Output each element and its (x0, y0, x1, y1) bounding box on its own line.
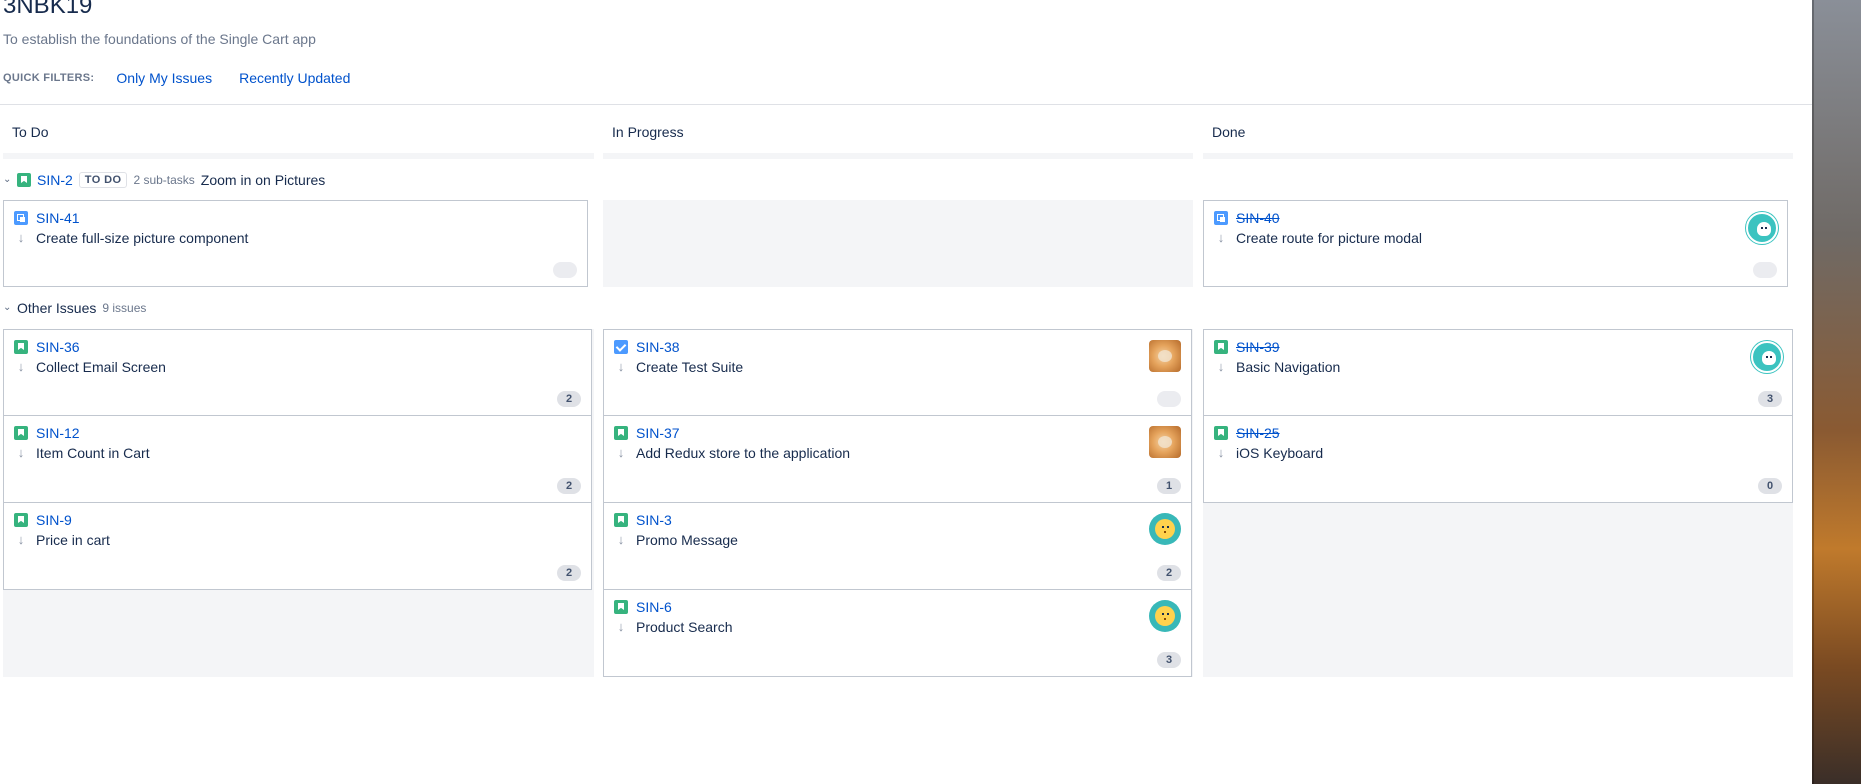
card-key[interactable]: SIN-9 (36, 512, 72, 528)
card-key[interactable]: SIN-12 (36, 425, 80, 441)
card-summary: Promo Message (636, 532, 738, 548)
card-sin-40[interactable]: SIN-40 ↓ Create route for picture modal (1203, 200, 1788, 287)
estimate-badge: 0 (1758, 478, 1782, 494)
card-summary: Create Test Suite (636, 359, 744, 375)
estimate-badge (1753, 262, 1777, 278)
filter-only-my-issues[interactable]: Only My Issues (116, 70, 212, 86)
card-sin-38[interactable]: SIN-38 ↓ Create Test Suite (603, 329, 1192, 416)
card-sin-3[interactable]: SIN-3 ↓ Promo Message 2 (603, 502, 1192, 590)
subtask-icon (14, 211, 28, 225)
estimate-badge (1157, 391, 1181, 407)
board-subtitle: To establish the foundations of the Sing… (3, 31, 316, 47)
card-key[interactable]: SIN-39 (1236, 339, 1280, 355)
priority-low-icon: ↓ (617, 619, 625, 634)
priority-low-icon: ↓ (617, 532, 625, 547)
avatar[interactable] (1751, 341, 1783, 373)
card-summary: Basic Navigation (1236, 359, 1341, 375)
estimate-badge: 3 (1758, 391, 1782, 407)
card-key[interactable]: SIN-25 (1236, 425, 1280, 441)
column-bar-todo (3, 153, 594, 159)
chevron-down-icon[interactable]: ⌄ (3, 303, 13, 313)
priority-low-icon: ↓ (617, 359, 625, 374)
card-sin-9[interactable]: SIN-9 ↓ Price in cart 2 (3, 502, 592, 590)
column-header-todo: To Do (12, 124, 49, 140)
page-title: 3NBK19 (3, 0, 93, 19)
card-summary: Add Redux store to the application (636, 445, 851, 461)
card-sin-12[interactable]: SIN-12 ↓ Item Count in Cart 2 (3, 415, 592, 503)
estimate-badge (553, 262, 577, 278)
filter-recently-updated[interactable]: Recently Updated (239, 70, 350, 86)
card-key[interactable]: SIN-37 (636, 425, 680, 441)
subtask-icon (1214, 211, 1228, 225)
quick-filters-label: QUICK FILTERS: (3, 72, 95, 84)
story-icon (614, 513, 628, 527)
story-icon (614, 426, 628, 440)
card-key[interactable]: SIN-6 (636, 599, 672, 615)
subtask-count: 2 sub-tasks (133, 173, 195, 187)
task-icon (614, 340, 628, 354)
priority-low-icon: ↓ (17, 445, 25, 460)
column-bar-done (1203, 153, 1793, 159)
card-sin-37[interactable]: SIN-37 ↓ Add Redux store to the applicat… (603, 415, 1192, 503)
estimate-badge: 2 (557, 391, 581, 407)
swimlane-title: Other Issues (17, 300, 97, 316)
status-badge: TO DO (78, 172, 128, 188)
avatar[interactable] (1149, 426, 1181, 458)
estimate-badge: 3 (1157, 652, 1181, 668)
column-header-in-progress: In Progress (612, 124, 684, 140)
estimate-badge: 1 (1157, 478, 1181, 494)
swimlane-sin-2[interactable]: ⌄ SIN-2 TO DO 2 sub-tasks Zoom in on Pic… (3, 172, 325, 188)
empty-cell (603, 200, 1193, 287)
board-view: 3NBK19 To establish the foundations of t… (0, 0, 1812, 784)
card-summary: Item Count in Cart (36, 445, 150, 461)
card-summary: Collect Email Screen (36, 359, 166, 375)
card-sin-39[interactable]: SIN-39 ↓ Basic Navigation 3 (1203, 329, 1793, 416)
card-key[interactable]: SIN-38 (636, 339, 680, 355)
card-sin-36[interactable]: SIN-36 ↓ Collect Email Screen 2 (3, 329, 592, 416)
column-header-done: Done (1212, 124, 1246, 140)
card-key[interactable]: SIN-40 (1236, 210, 1280, 226)
card-summary: iOS Keyboard (1236, 445, 1324, 461)
story-icon (17, 173, 31, 187)
chevron-down-icon[interactable]: ⌄ (3, 175, 13, 185)
card-summary: Create route for picture modal (1236, 230, 1422, 246)
avatar[interactable] (1746, 212, 1778, 244)
story-icon (14, 340, 28, 354)
avatar[interactable] (1149, 340, 1181, 372)
avatar[interactable] (1149, 600, 1181, 632)
priority-low-icon: ↓ (17, 359, 25, 374)
card-summary: Product Search (636, 619, 733, 635)
story-icon (1214, 340, 1228, 354)
issue-count: 9 issues (102, 301, 147, 315)
estimate-badge: 2 (1157, 565, 1181, 581)
avatar[interactable] (1149, 513, 1181, 545)
card-sin-41[interactable]: SIN-41 ↓ Create full-size picture compon… (3, 200, 588, 287)
card-key[interactable]: SIN-3 (636, 512, 672, 528)
estimate-badge: 2 (557, 478, 581, 494)
card-summary: Create full-size picture component (36, 230, 249, 246)
desktop-background (1812, 0, 1861, 784)
estimate-badge: 2 (557, 565, 581, 581)
column-bar-in-progress (603, 153, 1193, 159)
card-sin-6[interactable]: SIN-6 ↓ Product Search 3 (603, 589, 1192, 677)
priority-low-icon: ↓ (1217, 230, 1225, 245)
card-key[interactable]: SIN-41 (36, 210, 80, 226)
priority-low-icon: ↓ (1217, 445, 1225, 460)
quick-filters: QUICK FILTERS: Only My Issues Recently U… (3, 70, 377, 86)
swimlane-issue-key[interactable]: SIN-2 (37, 172, 73, 188)
swimlane-other-issues[interactable]: ⌄ Other Issues 9 issues (3, 300, 146, 316)
story-icon (14, 426, 28, 440)
priority-low-icon: ↓ (17, 532, 25, 547)
story-icon (1214, 426, 1228, 440)
swimlane-summary: Zoom in on Pictures (200, 172, 326, 188)
card-summary: Price in cart (36, 532, 110, 548)
card-key[interactable]: SIN-36 (36, 339, 80, 355)
story-icon (14, 513, 28, 527)
divider (0, 104, 1812, 105)
story-icon (614, 600, 628, 614)
priority-low-icon: ↓ (17, 230, 25, 245)
card-sin-25[interactable]: SIN-25 ↓ iOS Keyboard 0 (1203, 415, 1793, 503)
priority-low-icon: ↓ (1217, 359, 1225, 374)
priority-low-icon: ↓ (617, 445, 625, 460)
